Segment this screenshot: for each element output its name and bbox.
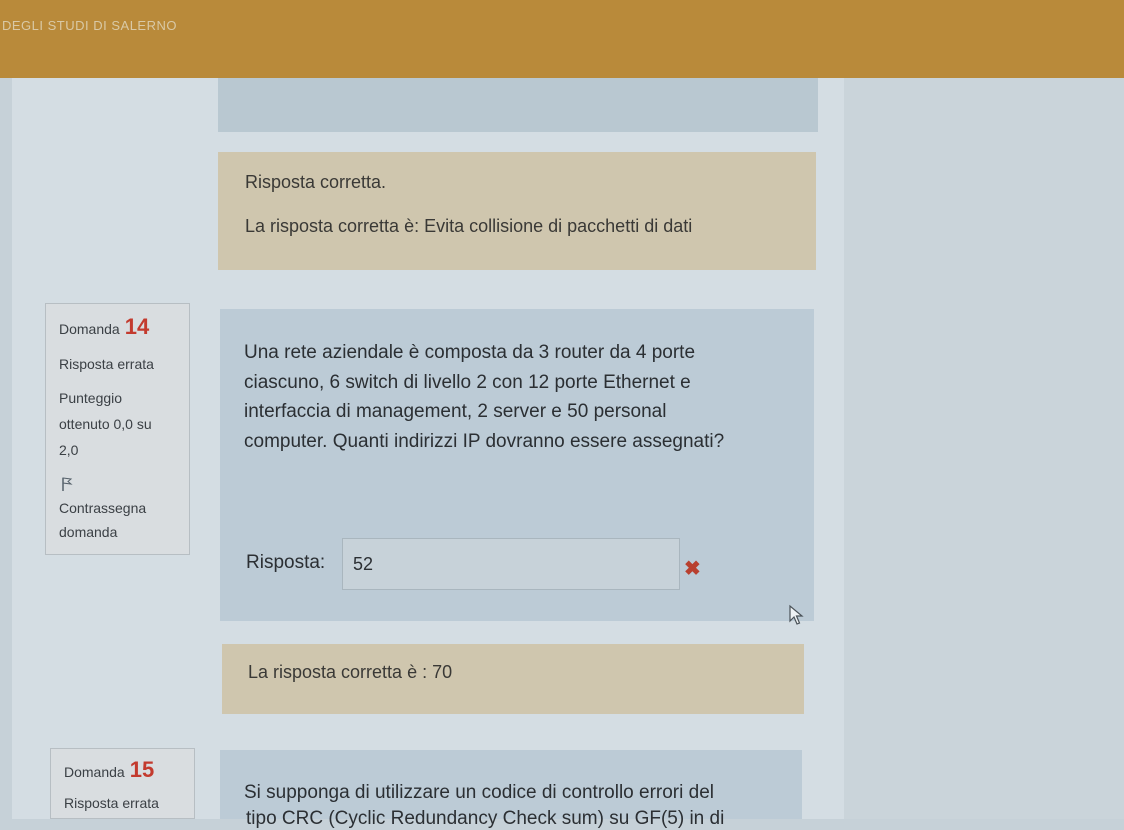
question-info-15: Domanda 15 Risposta errata	[50, 748, 195, 819]
answer-label: Risposta:	[246, 552, 326, 573]
feedback-box-previous: Risposta corretta. La risposta corretta …	[218, 152, 816, 270]
question-label: Domanda	[59, 321, 120, 337]
feedback-box-14: La risposta corretta è : 70	[222, 644, 804, 714]
question-text-15-cut-line: tipo CRC (Cyclic Redundancy Check sum) s…	[246, 808, 725, 829]
previous-question-bottom	[218, 78, 818, 132]
site-header: DEGLI STUDI DI SALERNO	[0, 0, 1124, 78]
question-status: Risposta errata	[59, 356, 154, 372]
question-label: Domanda	[64, 764, 125, 780]
score-line-2: ottenuto 0,0 su	[59, 416, 152, 432]
question-heading: Domanda 14	[59, 314, 149, 339]
question-status: Risposta errata	[64, 795, 159, 811]
question-info-14: Domanda 14 Risposta errata Punteggio otte…	[45, 303, 190, 555]
feedback-result: Risposta corretta.	[245, 172, 387, 192]
question-heading: Domanda 15	[64, 757, 154, 782]
question-text-15: Si supponga di utilizzare un codice di c…	[244, 782, 714, 803]
score-line-1: Punteggio	[59, 390, 123, 406]
question-number: 15	[129, 757, 155, 782]
feedback-correct-answer: La risposta corretta è : 70	[248, 662, 453, 682]
flag-icon[interactable]	[61, 477, 73, 491]
wrong-answer-icon: ✖	[684, 558, 701, 580]
mouse-cursor-icon	[789, 604, 804, 625]
question-text-line: ciascuno, 6 switch di livello 2 con 12 p…	[244, 371, 691, 393]
question-number: 14	[124, 314, 150, 339]
score-line-3: 2,0	[59, 442, 79, 458]
feedback-correct-answer: La risposta corretta è: Evita collisione…	[245, 216, 693, 236]
question-text-line: interfaccia di management, 2 server e 50…	[244, 401, 667, 422]
answer-field[interactable]	[342, 538, 680, 590]
flag-question-link-line-2[interactable]: domanda	[59, 524, 117, 540]
right-blank-area	[844, 78, 1124, 819]
question-text-line: computer. Quanti indirizzi IP dovranno e…	[244, 430, 725, 452]
question-text-line: Una rete aziendale è composta da 3 route…	[244, 342, 696, 363]
question-text-14: Una rete aziendale è composta da 3 route…	[244, 338, 724, 456]
university-brand[interactable]: DEGLI STUDI DI SALERNO	[2, 18, 177, 33]
flag-question-link-line-1[interactable]: Contrassegna	[59, 500, 146, 516]
